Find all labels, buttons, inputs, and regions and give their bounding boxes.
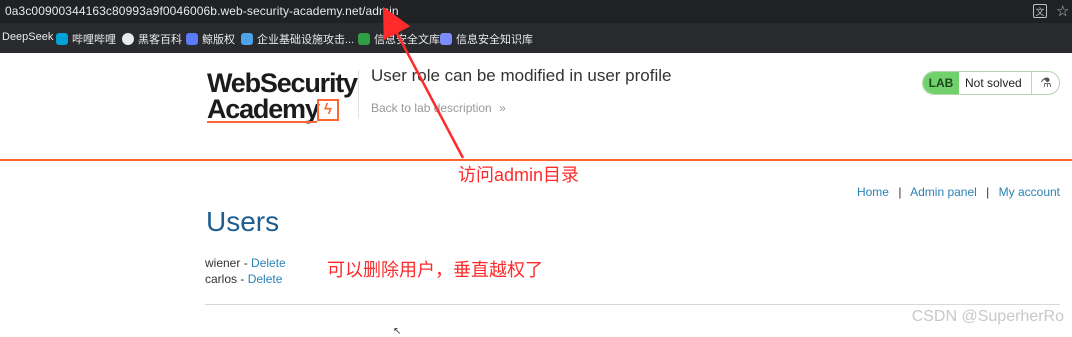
annotation-visit-admin: 访问admin目录 — [458, 165, 580, 185]
csdn-watermark: CSDN @SuperherRo — [911, 308, 1064, 325]
mouse-cursor-icon: ↖ — [393, 326, 402, 337]
annotation-privilege-escalation: 可以删除用户，垂直越权了 — [327, 260, 543, 280]
